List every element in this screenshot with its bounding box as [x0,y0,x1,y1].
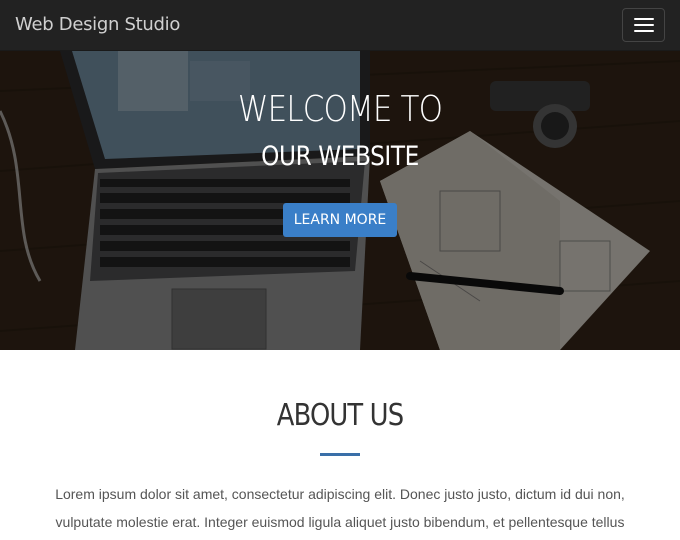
heading-divider [320,453,360,456]
brand-link[interactable]: Web Design Studio [15,14,180,35]
hero-title-line1: WELCOME TO [237,89,443,130]
hero-title-line2: OUR WEBSITE [261,141,419,172]
about-paragraph: Lorem ipsum dolor sit amet, consectetur … [20,480,660,536]
about-heading: ABOUT US [276,398,404,433]
learn-more-button[interactable]: LEARN MORE [283,203,397,237]
navbar: Web Design Studio [0,0,680,51]
about-text-line: vulputate molestie erat. Integer euismod… [55,514,625,530]
hamburger-menu-icon [633,30,654,32]
hamburger-menu-icon [633,24,654,26]
hero-section: WELCOME TO OUR WEBSITE LEARN MORE [0,51,680,350]
hamburger-menu-icon [633,18,654,20]
menu-toggle-button[interactable] [622,8,665,42]
about-text-line: Lorem ipsum dolor sit amet, consectetur … [55,486,625,502]
